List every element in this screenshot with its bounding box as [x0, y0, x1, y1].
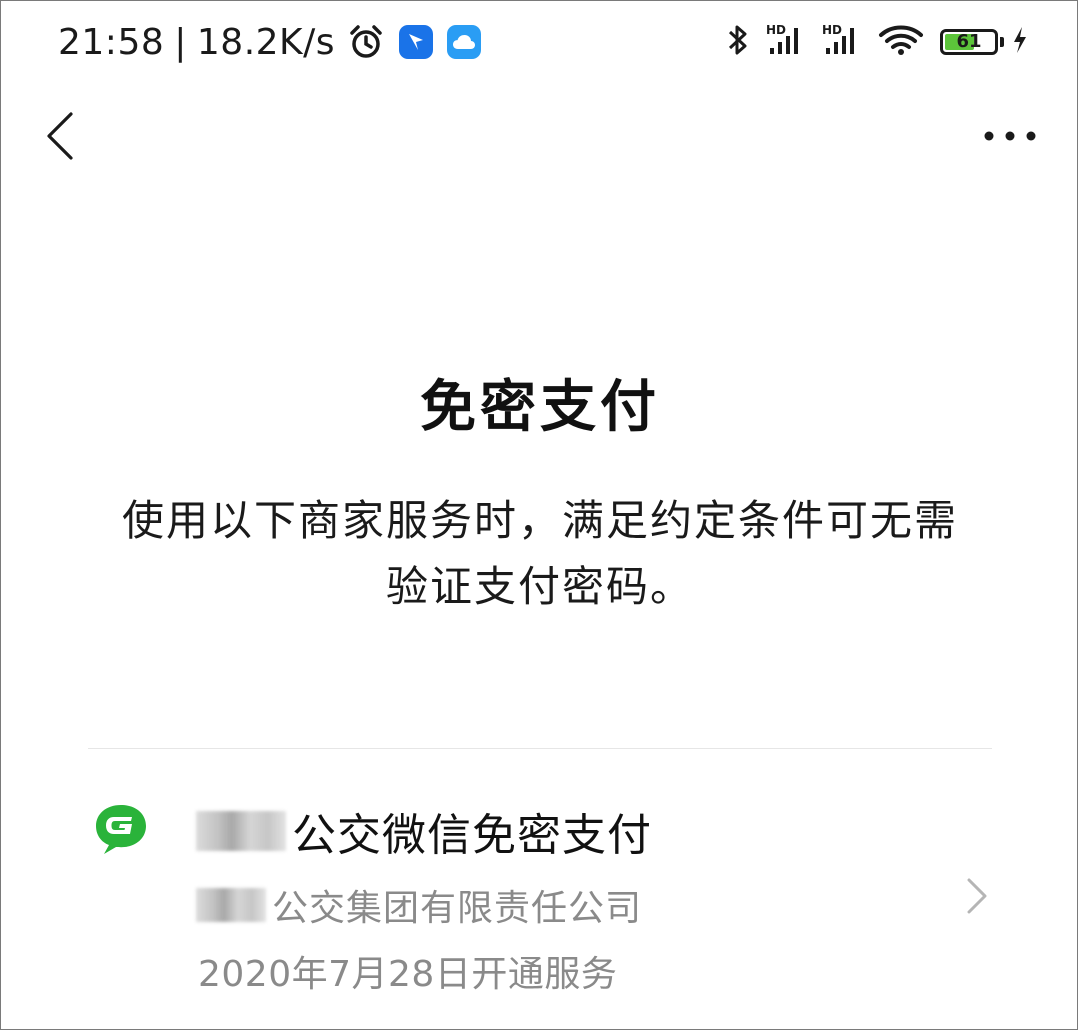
divider [88, 748, 992, 749]
status-bar: 21:58 | 18.2K/s HD HD 61 [0, 0, 1080, 84]
redacted-text [196, 811, 286, 851]
svg-text:HD: HD [766, 23, 786, 37]
description-line-2: 验证支付密码。 [385, 562, 694, 611]
bluetooth-icon [726, 22, 750, 62]
network-speed: 18.2K/s [196, 21, 336, 63]
app-notification-icon [399, 25, 434, 59]
alarm-icon [347, 23, 385, 61]
service-list-item[interactable]: 公交微信免密支付 公交集团有限责任公司 2020年7月28日开通服务 [88, 772, 992, 1012]
redacted-text [196, 888, 266, 922]
battery-icon: 61 [940, 29, 998, 55]
charging-icon [1012, 25, 1028, 59]
signal-hd-1-icon: HD [766, 22, 806, 62]
battery-cap [1000, 37, 1004, 47]
service-title: 公交微信免密支付 [196, 800, 652, 862]
battery-level: 61 [956, 31, 982, 52]
status-right: HD HD 61 [710, 20, 1028, 64]
service-title-text: 公交微信免密支付 [292, 810, 652, 861]
service-date: 2020年7月28日开通服务 [198, 954, 618, 995]
page-description: 使用以下商家服务时，满足约定条件可无需 验证支付密码。 [90, 488, 990, 620]
service-company-text: 公交集团有限责任公司 [272, 888, 643, 929]
page-title: 免密支付 [420, 375, 660, 440]
status-time: 21:58 [58, 21, 165, 63]
service-company: 公交集团有限责任公司 [196, 880, 642, 930]
wifi-icon [878, 22, 924, 62]
description-line-1: 使用以下商家服务时，满足约定条件可无需 [121, 496, 958, 545]
more-horizontal-icon [983, 128, 1037, 147]
cloud-icon [447, 25, 482, 59]
back-button[interactable] [30, 104, 90, 172]
more-button[interactable] [970, 112, 1050, 162]
green-g-logo-icon [92, 802, 150, 856]
status-left: 21:58 | 18.2K/s [58, 18, 482, 66]
svg-text:HD: HD [822, 23, 842, 37]
chevron-left-icon [45, 111, 75, 165]
chevron-right-icon [962, 872, 992, 920]
status-separator: | [174, 21, 187, 63]
signal-hd-2-icon: HD [822, 22, 862, 62]
